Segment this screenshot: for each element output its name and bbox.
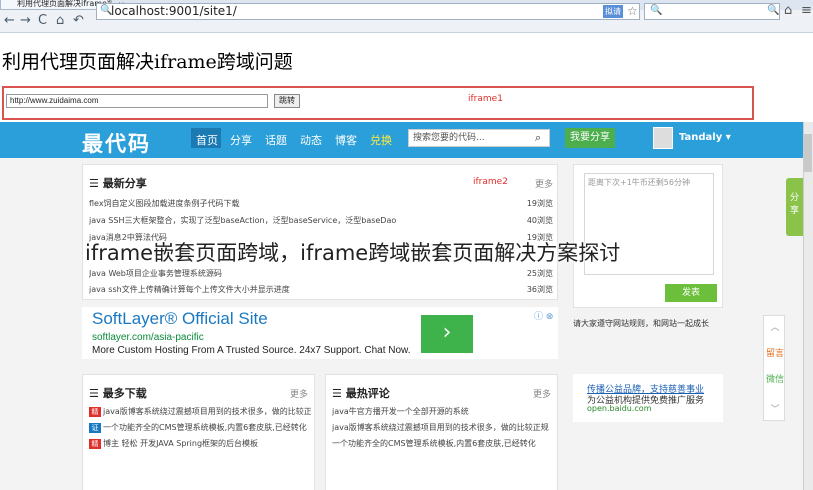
- downloads-more-link[interactable]: 更多: [290, 387, 308, 400]
- avatar[interactable]: [653, 127, 673, 149]
- scroll-up-icon[interactable]: ︿: [764, 320, 786, 333]
- side-share-button[interactable]: 分享: [786, 178, 803, 236]
- send-button[interactable]: 发表: [665, 284, 717, 302]
- user-name[interactable]: Tandaly ▾: [679, 132, 731, 143]
- list-item[interactable]: 证一个功能齐全的CMS管理系统模板,内置6套皮肤,已经转化: [89, 422, 311, 433]
- list-item[interactable]: 一个功能齐全的CMS管理系统模板,内置6套皮肤,已经转化: [332, 438, 554, 449]
- ad-description: More Custom Hosting From A Trusted Sourc…: [92, 345, 411, 356]
- side-toolbar: ︿ 留言 微信 ﹀: [763, 315, 785, 421]
- list-item[interactable]: 精博主 轻松 开发JAVA Spring框架的后台模板: [89, 438, 311, 449]
- tag-badge: 精: [89, 439, 101, 449]
- tag-badge: 证: [89, 423, 101, 433]
- view-count: 40浏览: [526, 216, 553, 225]
- search-engine-icon[interactable]: 🔍: [650, 5, 662, 16]
- url-input[interactable]: http://www.zuidaima.com: [6, 94, 268, 108]
- list-item[interactable]: java SSH三大框架整合，实现了泛型baseAction，泛型baseSer…: [89, 215, 509, 226]
- home-icon[interactable]: ⌂: [56, 13, 64, 29]
- ad-banner[interactable]: SoftLayer® Official Site softlayer.com/a…: [82, 307, 558, 359]
- nav-home[interactable]: 首页: [196, 132, 218, 148]
- undo-icon[interactable]: ↶: [73, 13, 84, 29]
- downloads-panel: ☰ 最多下载 更多 精 java版博客系统绕过震撼项目用到的技术很多，做的比较正规…: [82, 374, 315, 490]
- iframe2-label: iframe2: [473, 177, 508, 187]
- list-item[interactable]: java牛官方播开发一个全部开源的系统: [332, 406, 554, 417]
- browser-search-input[interactable]: [644, 3, 780, 20]
- jump-button[interactable]: 跳转: [274, 94, 300, 108]
- scrollbar[interactable]: [803, 122, 813, 490]
- ad-title[interactable]: SoftLayer® Official Site: [92, 309, 268, 329]
- nav-topic[interactable]: 话题: [265, 132, 287, 148]
- ad-url[interactable]: softlayer.com/asia-pacific: [92, 332, 204, 343]
- refresh-icon[interactable]: C: [38, 13, 47, 29]
- nav-blog[interactable]: 博客: [335, 132, 357, 148]
- view-count: 19浏览: [526, 199, 553, 208]
- ad2-url[interactable]: open.baidu.com: [587, 404, 652, 413]
- site-header: 最代码 首页 分享 话题 动态 博客 兑换 搜索您要的代码... ⌕ 我要分享 …: [0, 122, 803, 158]
- message-icon[interactable]: 留言: [764, 346, 786, 359]
- list-item[interactable]: 精 java版博客系统绕过震撼项目用到的技术很多，做的比较正规: [89, 406, 311, 417]
- wechat-icon[interactable]: 微信: [764, 372, 786, 385]
- scrollbar-thumb[interactable]: [804, 134, 812, 172]
- page-title: 利用代理页面解决iframe跨域问题: [2, 51, 293, 73]
- latest-share-title: ☰ 最新分享: [89, 177, 147, 190]
- back-icon[interactable]: ←: [4, 13, 15, 29]
- list-item[interactable]: flex饲自定义图段加载进度条例子代码下载: [89, 198, 509, 209]
- star-icon[interactable]: ☆: [627, 4, 638, 18]
- latest-more-link[interactable]: 更多: [535, 177, 553, 190]
- list-item[interactable]: java版博客系统绕过震撼项目用到的技术很多，做的比较正规: [332, 422, 554, 433]
- tag-badge: 精: [89, 407, 101, 417]
- translate-button[interactable]: 拟请: [603, 5, 623, 18]
- address-bar[interactable]: localhost:9001/site1/: [96, 3, 640, 20]
- baidu-ad[interactable]: 传播公益品牌，支持慈善事业 为公益机构提供免费推广服务 open.baidu.c…: [573, 374, 723, 422]
- menu-icon[interactable]: ≡: [801, 3, 812, 18]
- share-button[interactable]: 我要分享: [565, 128, 615, 148]
- view-count: 25浏览: [526, 269, 553, 278]
- ad-arrow-button[interactable]: ›: [421, 315, 473, 353]
- forward-icon[interactable]: →: [20, 13, 31, 29]
- downloads-title: ☰ 最多下载: [89, 387, 147, 400]
- search-go-icon[interactable]: 🔍: [767, 5, 779, 16]
- list-item[interactable]: Java Web项目企业事务管理系统源码: [89, 268, 509, 279]
- search-icon[interactable]: ⌕: [535, 131, 541, 145]
- scroll-down-icon[interactable]: ﹀: [764, 402, 786, 415]
- message-box: 距离下次+1牛币还剩56分钟 发表: [573, 164, 723, 308]
- nav-activity[interactable]: 动态: [300, 132, 322, 148]
- search-icon: 🔍: [100, 5, 113, 16]
- view-count: 36浏览: [526, 285, 553, 294]
- nav-exchange[interactable]: 兑换: [370, 132, 392, 148]
- iframe1-label: iframe1: [468, 94, 503, 104]
- site-logo[interactable]: 最代码: [82, 128, 151, 158]
- ad-close-icon[interactable]: ⓘ ⊗: [534, 309, 553, 322]
- nav-share[interactable]: 分享: [230, 132, 252, 148]
- site-search-input[interactable]: 搜索您要的代码...: [408, 129, 550, 147]
- comments-panel: ☰ 最热评论 更多 java牛官方播开发一个全部开源的系统 java版博客系统绕…: [325, 374, 558, 490]
- home-page-icon[interactable]: ⌂: [784, 3, 792, 18]
- list-item[interactable]: java ssh文件上传精确计算每个上传文件大小并显示进度: [89, 284, 509, 295]
- overlay-caption: iframe嵌套页面跨域，iframe跨域嵌套页面解决方案探讨: [85, 241, 621, 265]
- comments-more-link[interactable]: 更多: [533, 387, 551, 400]
- comments-title: ☰ 最热评论: [332, 387, 390, 400]
- embedded-site: 最代码 首页 分享 话题 动态 博客 兑换 搜索您要的代码... ⌕ 我要分享 …: [0, 122, 803, 490]
- rules-notice: 请大家遵守网站规则，和网站一起成长: [573, 319, 709, 328]
